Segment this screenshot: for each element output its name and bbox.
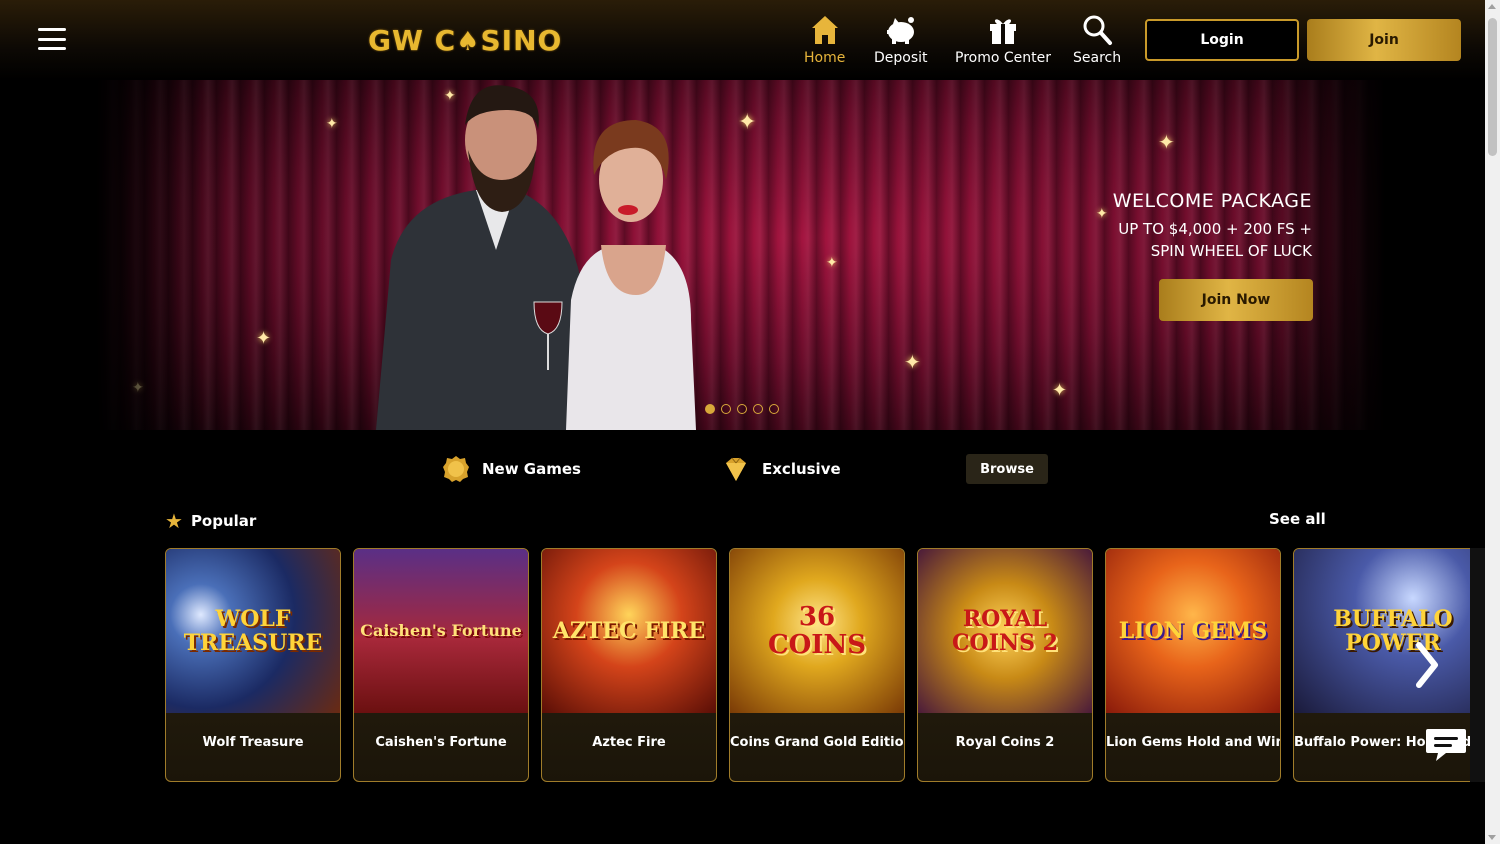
casino-logo[interactable]: GW C♠SINO [368,24,562,57]
game-name: Lion Gems Hold and Win [1106,735,1280,750]
game-art-title: ROYAL COINS 2 [952,606,1058,656]
hero-left-fade [96,80,216,430]
game-card-lion-gems[interactable]: LION GEMS Lion Gems Hold and Win [1105,548,1281,782]
sparkle-icon: ✦ [1052,380,1068,401]
sparkle-icon: ✦ [256,328,272,349]
login-button[interactable]: Login [1145,19,1299,61]
hero-text-block: WELCOME PACKAGE UP TO $4,000 + 200 FS + … [1113,190,1312,262]
game-name: Caishen's Fortune [375,735,507,750]
carousel-dots [705,404,779,414]
nav-deposit[interactable]: Deposit [874,14,928,66]
join-now-button[interactable]: Join Now [1159,279,1313,321]
search-icon [1083,15,1113,45]
hero-subtitle: UP TO $4,000 + 200 FS + SPIN WHEEL OF LU… [1113,218,1312,262]
game-thumbnail: BUFFALO POWER [1294,549,1485,713]
nav-promo-center[interactable]: Promo Center [955,14,1051,66]
carousel-dot-2[interactable] [721,404,731,414]
game-art-title: Caishen's Fortune [360,621,522,640]
game-art-title: AZTEC FIRE [552,618,706,644]
popular-title: Popular [190,512,257,530]
hero-banner[interactable]: ✦ ✦ ✦ ✦ ✦ ✦ ✦ ✦ ✦ ✦ WELCOME PACKAGE UP T… [96,80,1384,430]
game-card-royal-coins-2[interactable]: ROYAL COINS 2 Royal Coins 2 [917,548,1093,782]
game-card-36-coins[interactable]: 36 COINS Coins Grand Gold Edition [729,548,905,782]
game-thumbnail: 36 COINS [730,549,904,713]
category-new-games[interactable]: New Games [442,455,581,483]
nav-home-label: Home [804,50,846,66]
hamburger-menu-icon[interactable] [38,28,66,50]
browse-button[interactable]: Browse [966,454,1048,484]
scroll-down-arrow-icon[interactable] [1488,835,1496,840]
game-thumbnail: LION GEMS [1106,549,1280,713]
carousel-dot-3[interactable] [737,404,747,414]
game-card-aztec-fire[interactable]: AZTEC FIRE Aztec Fire [541,548,717,782]
piggy-bank-icon [886,17,914,44]
game-card-caishens-fortune[interactable]: Caishen's Fortune Caishen's Fortune [353,548,529,782]
nav-promo-label: Promo Center [955,50,1051,66]
sparkle-icon: ✦ [1158,130,1175,154]
popular-games-carousel: WOLF TREASURE Wolf Treasure Caishen's For… [165,548,1485,784]
game-thumbnail: ROYAL COINS 2 [918,549,1092,713]
category-exclusive-label: Exclusive [762,460,841,478]
popular-heading: ★ Popular [165,509,256,533]
nav-deposit-label: Deposit [874,50,928,66]
sparkle-icon: ✦ [738,110,757,135]
game-thumbnail: Caishen's Fortune [354,549,528,713]
gift-icon [989,19,1016,44]
game-name: Wolf Treasure [202,735,304,750]
nav-search[interactable]: Search [1073,14,1121,66]
category-new-games-label: New Games [482,460,581,478]
live-chat-icon[interactable] [1424,725,1468,765]
category-exclusive[interactable]: Exclusive [722,455,841,483]
sparkle-icon: ✦ [326,116,338,132]
scrollbar-thumb[interactable] [1488,18,1497,156]
see-all-link[interactable]: See all [1269,510,1326,528]
hero-subtitle-line2: SPIN WHEEL OF LUCK [1150,242,1312,260]
game-thumbnail: AZTEC FIRE [542,549,716,713]
carousel-dot-5[interactable] [769,404,779,414]
game-name: Aztec Fire [592,735,666,750]
game-name: Coins Grand Gold Edition [730,735,904,750]
logo-text-left: GW C [368,24,457,57]
game-name: Royal Coins 2 [955,735,1055,750]
carousel-dot-1[interactable] [705,404,715,414]
hero-subtitle-line1: UP TO $4,000 + 200 FS + [1118,220,1312,238]
couple-image [376,85,696,430]
game-art-title: LION GEMS [1118,618,1268,644]
sparkle-icon: ✦ [826,255,838,271]
diamond-icon [726,457,746,481]
nav-home[interactable]: Home [804,14,845,66]
game-art-title: WOLF TREASURE [183,606,323,656]
scroll-up-arrow-icon[interactable] [1488,4,1496,9]
home-icon [811,16,838,44]
coin-icon [443,456,469,482]
join-button[interactable]: Join [1307,19,1461,61]
nav-search-label: Search [1073,50,1122,66]
game-art-title: 36 COINS [767,602,867,660]
hero-title: WELCOME PACKAGE [1112,190,1312,212]
page-scrollbar[interactable] [1485,0,1500,844]
top-header: GW C♠SINO Home Deposit Promo Center Sear… [0,0,1485,80]
carousel-edge [1470,548,1485,782]
sparkle-icon: ✦ [904,350,921,374]
game-thumbnail: WOLF TREASURE [166,549,340,713]
carousel-next-arrow-icon[interactable] [1405,630,1449,700]
carousel-dot-4[interactable] [753,404,763,414]
sparkle-icon: ✦ [1096,206,1108,222]
logo-text-right: SINO [480,24,563,57]
game-card-wolf-treasure[interactable]: WOLF TREASURE Wolf Treasure [165,548,341,782]
star-icon: ★ [165,509,183,533]
spade-icon: ♠ [456,27,481,57]
